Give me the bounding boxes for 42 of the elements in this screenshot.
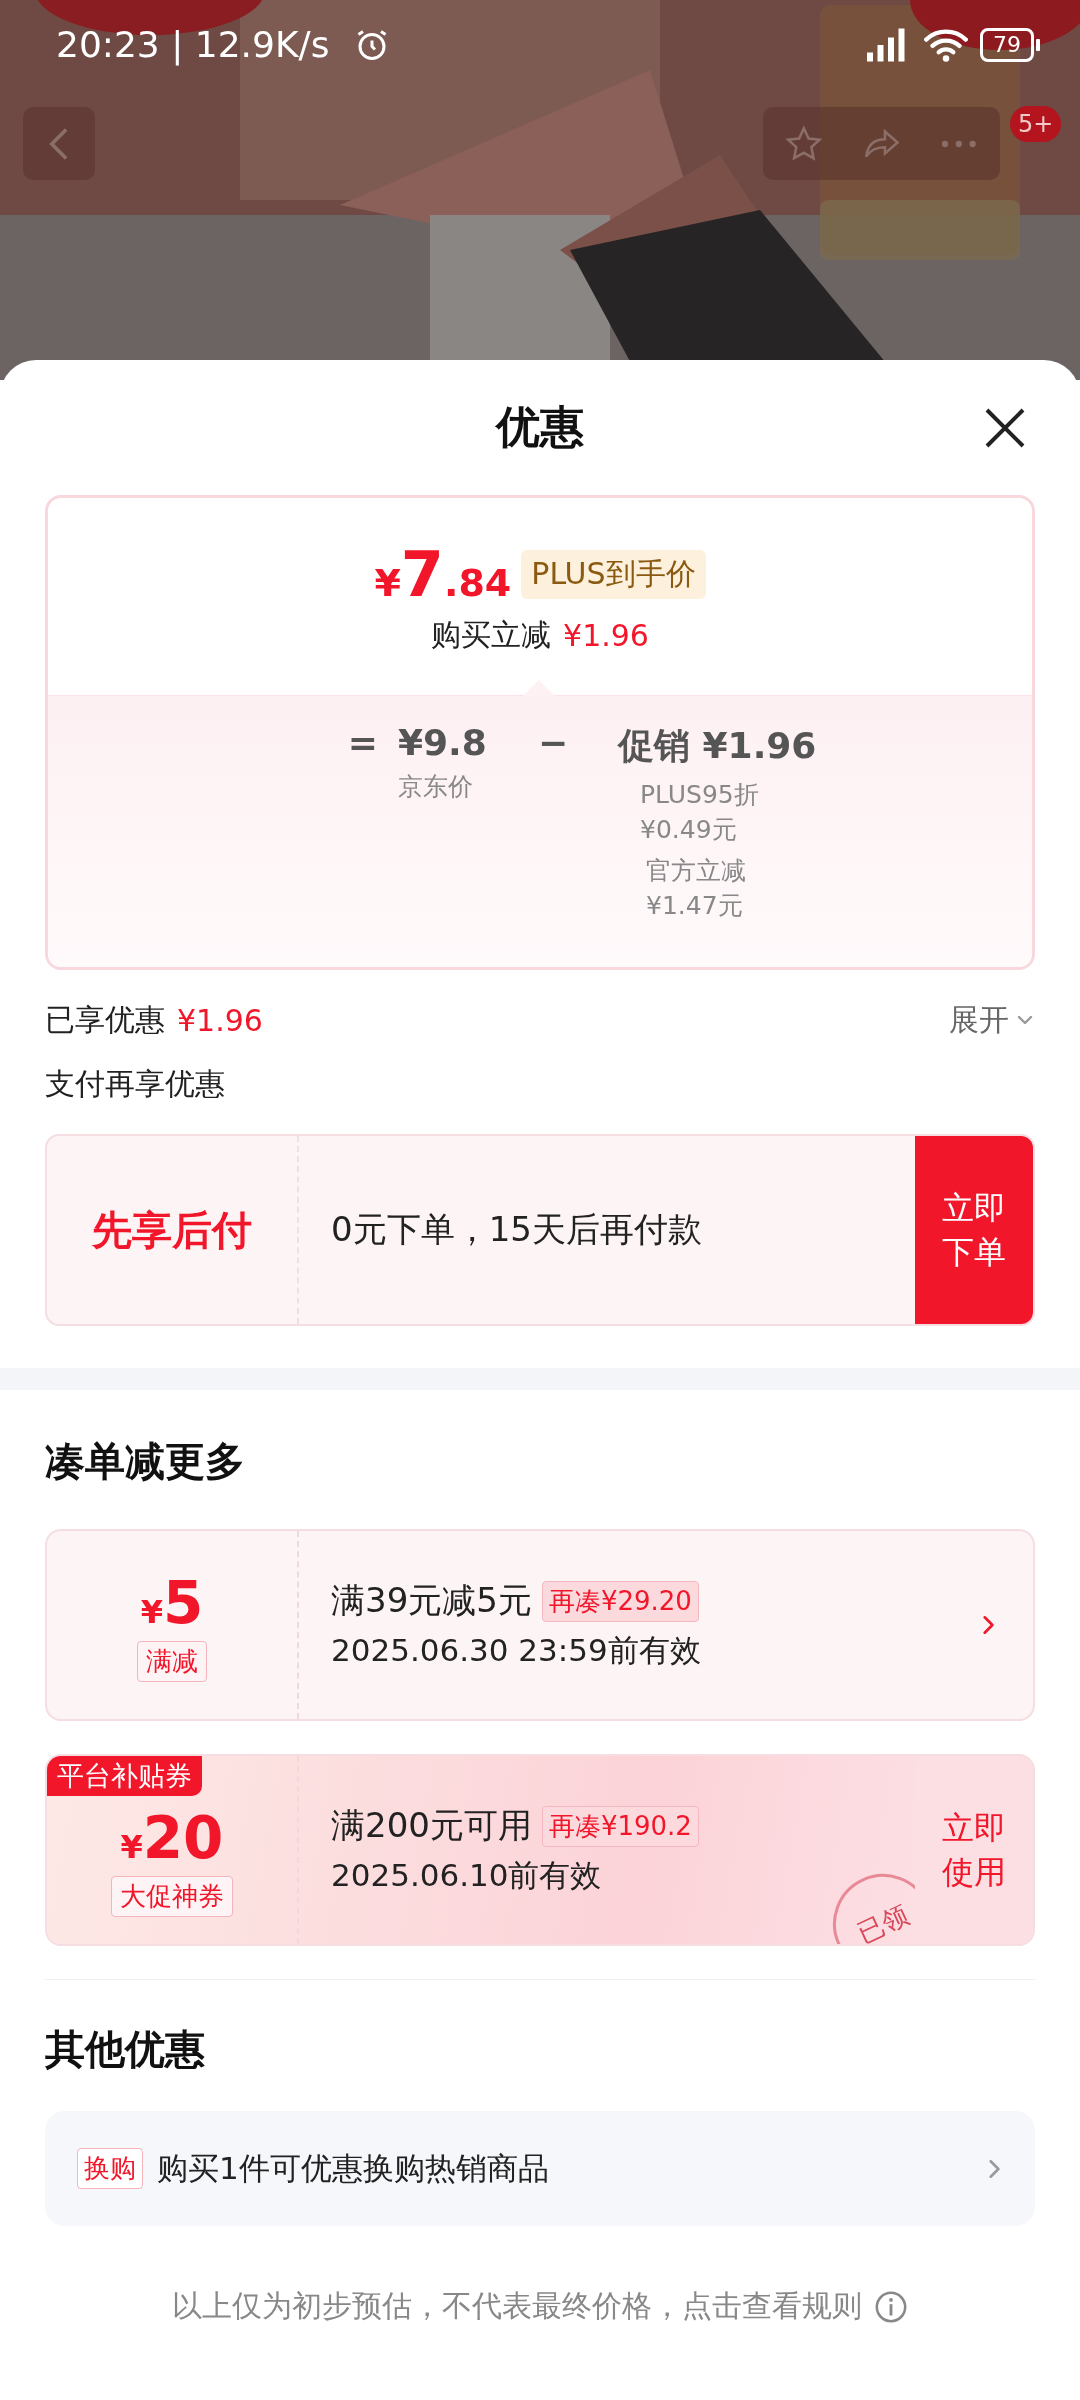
promo-total: 促销 ¥1.96 [618,724,818,768]
enjoyed-discount-label: 已享优惠 [45,1000,165,1039]
exchange-offer-text: 购买1件可优惠换购热销商品 [157,2148,550,2188]
pay-later-name: 先享后付 [92,1205,252,1255]
coupon-amount: ¥5 [140,1568,204,1637]
exchange-offer-row[interactable]: 换购 购买1件可优惠换购热销商品 [45,2111,1035,2226]
coupon-condition: 满200元可用 [331,1804,532,1847]
final-price: ¥7.84 [374,537,512,611]
coupon-type-tag: 满减 [137,1640,207,1682]
coupon-validity: 2025.06.30 23:59前有效 [331,1631,702,1670]
minus-sign: − [537,722,569,763]
coupon-type-tag: 大促神券 [111,1875,233,1917]
pay-later-description: 0元下单，15天后再付款 [331,1208,702,1251]
back-button[interactable] [23,107,95,180]
coupon-validity: 2025.06.10前有效 [331,1856,603,1895]
instant-discount-label: 购买立减 [431,615,552,654]
enjoyed-discount-amount: ¥1.96 [177,1002,263,1038]
coupon-condition: 满39元减5元 [331,1579,532,1622]
instant-discount-amount: ¥1.96 [563,617,649,653]
price-tag: PLUS到手价 [521,549,706,599]
sheet-title: 优惠 [496,400,584,454]
coupon-gap-tag: 再凑¥29.20 [541,1580,699,1622]
order-now-button[interactable]: 立即下单 [915,1136,1033,1324]
section-title: 凑单减更多 [45,1437,246,1486]
jd-price: ¥9.8 [398,722,487,763]
section-title: 其他优惠 [45,2025,206,2074]
jd-price-label: 京东价 [398,771,473,803]
promo-detail-amount: ¥0.49元 [640,814,738,846]
expand-button[interactable]: 展开 [949,999,1035,1041]
exchange-tag: 换购 [77,2148,143,2189]
promo-detail-amount: ¥1.47元 [646,890,744,922]
status-time: 20:23 | 12.9K/s [56,24,330,65]
coupon-corner-tag: 平台补贴券 [47,1756,202,1796]
equals-sign: = [347,722,378,763]
use-now-button[interactable]: 立即使用 [915,1756,1033,1944]
section-label: 支付再享优惠 [45,1064,225,1103]
disclaimer-link[interactable]: 以上仅为初步预估，不代表最终价格，点击查看规则 [172,2286,862,2327]
promo-detail-name: 官方立减 [646,855,747,887]
promo-detail-name: PLUS95折 [640,779,760,811]
info-icon[interactable] [874,2289,908,2324]
coupon-gap-tag: 再凑¥190.2 [541,1805,699,1847]
coupon-amount: ¥20 [120,1803,224,1872]
